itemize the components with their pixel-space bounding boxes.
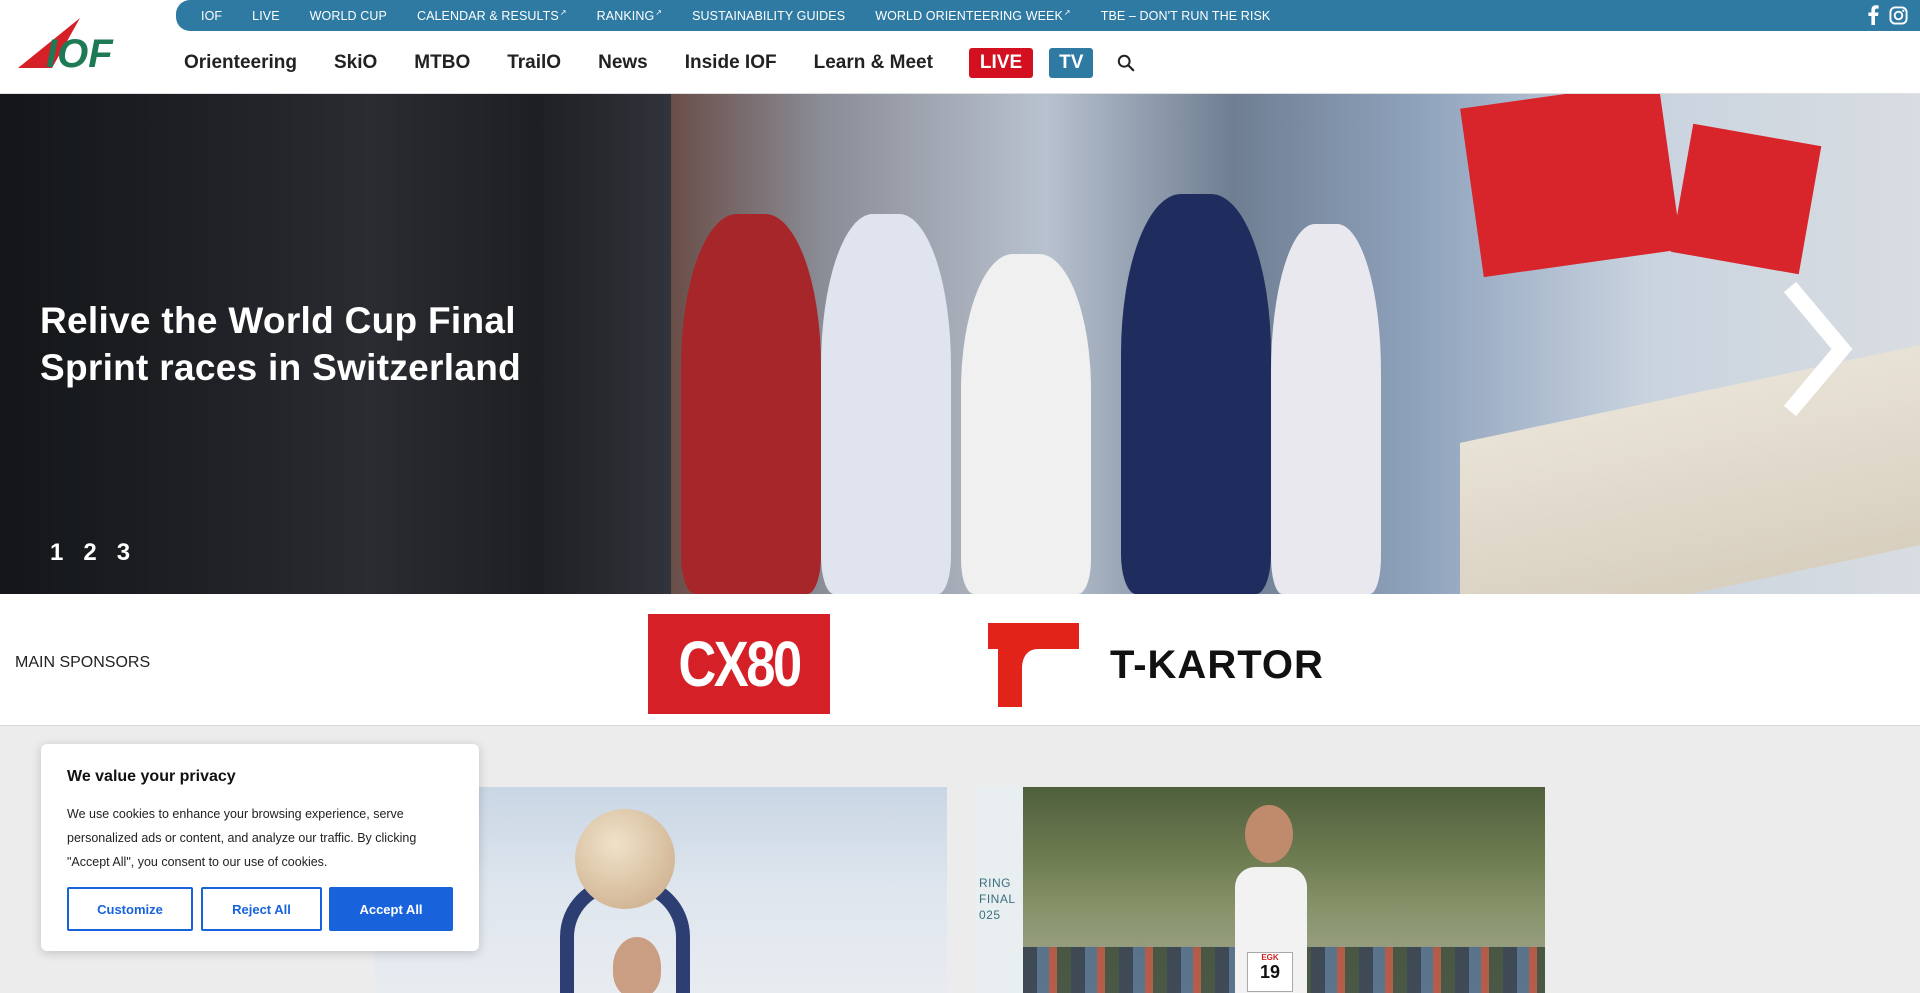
top-link-sustainability-guides[interactable]: SUSTAINABILITY GUIDES	[692, 9, 845, 23]
sign-line: 025	[979, 908, 1001, 922]
top-link-iof[interactable]: IOF	[201, 9, 222, 23]
site-header: IOF IOF LIVE WORLD CUP CALENDAR & RESULT…	[0, 0, 1920, 94]
search-icon[interactable]	[1117, 54, 1135, 72]
main-navigation: Orienteering SkiO MTBO TrailO News Insid…	[184, 44, 1135, 82]
reject-all-button[interactable]: Reject All	[201, 887, 322, 931]
nav-news[interactable]: News	[598, 52, 648, 74]
live-button[interactable]: LIVE	[968, 48, 1034, 78]
nav-learn-meet[interactable]: Learn & Meet	[814, 52, 933, 74]
t-kartor-logo-text: T-KARTOR	[1110, 643, 1324, 687]
top-link-live[interactable]: LIVE	[252, 9, 280, 23]
nav-trailo[interactable]: TrailO	[507, 52, 561, 74]
t-kartor-logo[interactable]: T-KARTOR	[988, 623, 1368, 707]
top-link-ranking[interactable]: RANKING↗	[597, 8, 662, 23]
top-link-tbe[interactable]: TBE – DON'T RUN THE RISK	[1101, 9, 1271, 23]
hero-title[interactable]: Relive the World Cup Final Sprint races …	[40, 297, 600, 391]
cx80-logo-text: CX80	[678, 628, 802, 700]
race-bib: EGK 19	[1247, 952, 1293, 992]
cookie-description: We use cookies to enhance your browsing …	[67, 807, 417, 869]
sponsors-label: MAIN SPONSORS	[15, 654, 151, 671]
svg-text:IOF: IOF	[46, 32, 114, 72]
nav-mtbo[interactable]: MTBO	[414, 52, 470, 74]
runner-image	[1121, 194, 1271, 594]
chevron-right-icon[interactable]	[1778, 279, 1854, 419]
sign-line: FINAL	[979, 892, 1016, 906]
facebook-icon[interactable]	[1868, 5, 1879, 25]
nav-skio[interactable]: SkiO	[334, 52, 377, 74]
external-link-icon: ↗	[559, 7, 567, 17]
runner-image	[961, 254, 1091, 594]
swiss-flag	[1460, 94, 1682, 278]
slide-2-button[interactable]: 2	[83, 539, 96, 567]
top-utility-bar: IOF LIVE WORLD CUP CALENDAR & RESULTS↗ R…	[176, 0, 1920, 31]
hero-pagination: 1 2 3	[50, 539, 130, 567]
cx80-logo[interactable]: CX80	[648, 614, 830, 714]
runner-image	[681, 214, 821, 594]
athlete-head	[1245, 805, 1293, 863]
top-link-world-cup[interactable]: WORLD CUP	[310, 9, 387, 23]
t-kartor-mark-icon	[988, 623, 1079, 707]
athlete-head	[613, 937, 661, 993]
nav-inside-iof[interactable]: Inside IOF	[685, 52, 777, 74]
sign-line: RING	[979, 876, 1011, 890]
runner-image	[1271, 224, 1381, 594]
slide-1-button[interactable]: 1	[50, 539, 63, 567]
external-link-icon: ↗	[655, 7, 663, 17]
cookie-title: We value your privacy	[67, 768, 236, 785]
accept-all-button[interactable]: Accept All	[329, 887, 453, 931]
instagram-icon[interactable]	[1889, 5, 1908, 25]
hero-slider: Relive the World Cup Final Sprint races …	[0, 94, 1920, 594]
ball-image	[575, 809, 675, 909]
tv-button[interactable]: TV	[1049, 48, 1094, 78]
runner-image	[821, 214, 951, 594]
event-sign: RING FINAL 025	[975, 787, 1023, 993]
swiss-flag	[1670, 123, 1822, 275]
customize-button[interactable]: Customize	[67, 887, 193, 931]
iof-logo[interactable]: IOF	[18, 16, 160, 72]
top-link-calendar-results[interactable]: CALENDAR & RESULTS↗	[417, 8, 567, 23]
sponsors-bar: MAIN SPONSORS CX80 T-KARTOR	[0, 594, 1920, 726]
news-card-image[interactable]: RING FINAL 025 EGK 19	[975, 787, 1545, 993]
slide-3-button[interactable]: 3	[117, 539, 130, 567]
cookie-consent-dialog: We value your privacy We use cookies to …	[41, 744, 479, 951]
social-links	[1868, 5, 1908, 25]
nav-orienteering[interactable]: Orienteering	[184, 52, 297, 74]
external-link-icon: ↗	[1063, 7, 1071, 17]
top-link-world-orienteering-week[interactable]: WORLD ORIENTEERING WEEK↗	[875, 8, 1071, 23]
